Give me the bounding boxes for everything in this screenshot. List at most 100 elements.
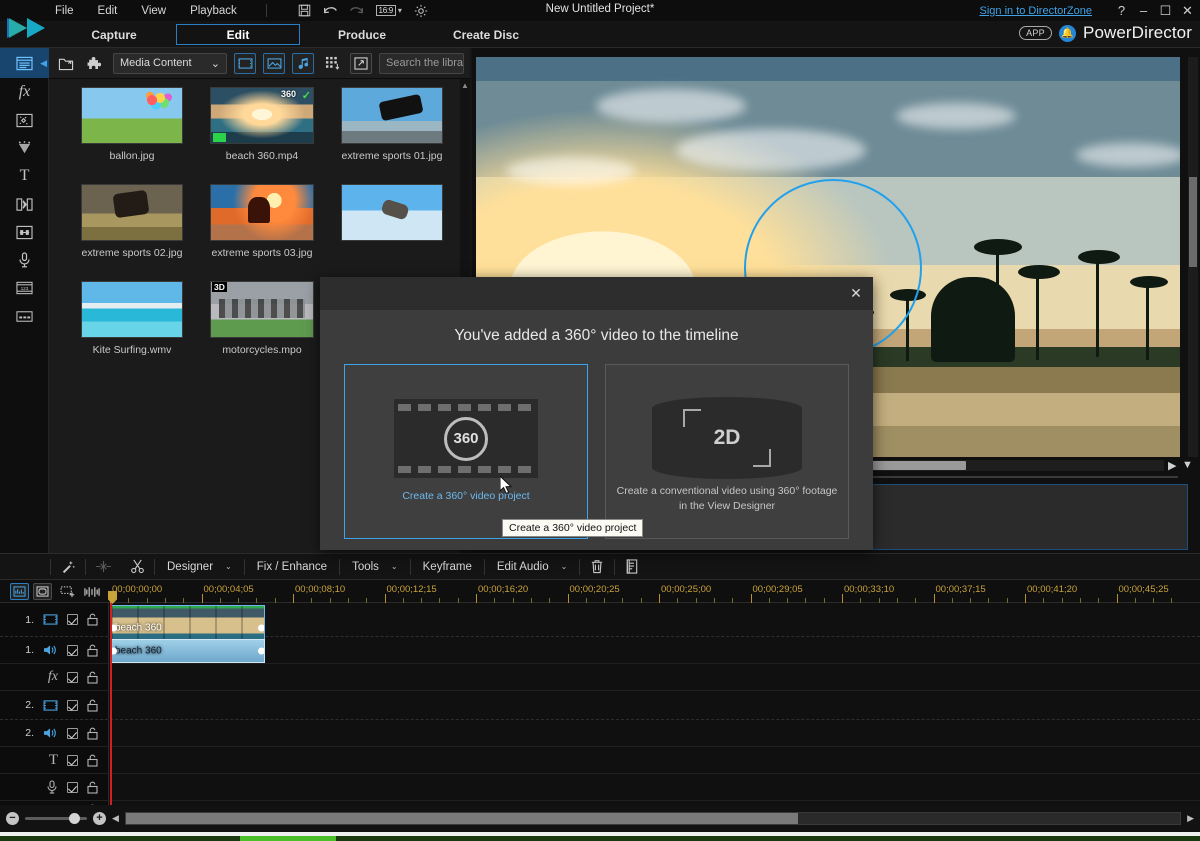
track-enable-checkbox[interactable] — [67, 754, 78, 766]
tab-create-disc[interactable]: Create Disc — [424, 24, 548, 45]
timeline-clip-audio[interactable]: beach 360 — [110, 639, 265, 663]
list-item[interactable]: ballon.jpg — [67, 87, 197, 162]
zoom-slider[interactable] — [25, 813, 87, 824]
track-enable-checkbox[interactable] — [67, 644, 78, 656]
track-content-audio-1[interactable]: beach 360 — [110, 637, 1182, 663]
list-item[interactable]: Kite Surfing.wmv — [67, 281, 197, 356]
trash-icon[interactable] — [580, 559, 614, 574]
zoom-slider-knob[interactable] — [69, 813, 80, 824]
scroll-right-button[interactable]: ▶ — [1187, 813, 1194, 824]
close-button[interactable]: ✕ — [1181, 4, 1194, 17]
split-clip-icon[interactable] — [86, 560, 120, 573]
designer-button[interactable]: Designer ⌄ — [155, 553, 244, 580]
timeline-ruler[interactable]: 00;00;00;00 00;00;04;05 00;00;08;10 00;00;1… — [110, 580, 1182, 603]
sidebar-item-chapter-room[interactable]: 123 — [0, 274, 49, 302]
preview-menu-button[interactable]: ▼ — [1182, 459, 1193, 471]
sidebar-item-media-room[interactable]: ◀ — [0, 48, 49, 78]
track-enable-checkbox[interactable] — [67, 614, 78, 625]
undo-icon[interactable] — [323, 3, 338, 18]
lock-icon[interactable] — [87, 613, 98, 626]
sidebar-item-effect-room[interactable]: fx — [0, 78, 49, 106]
preview-vertical-scrollbar[interactable] — [1188, 57, 1198, 457]
option-create-360-project[interactable]: 360 Create a 360° video project — [344, 364, 588, 539]
menu-playback[interactable]: Playback — [187, 3, 240, 19]
list-item[interactable]: 360 ✓ beach 360.mp4 — [197, 87, 327, 162]
lock-icon[interactable] — [87, 754, 98, 767]
sort-icon[interactable] — [321, 53, 343, 74]
filter-audio-icon[interactable] — [292, 52, 314, 74]
lock-icon[interactable] — [87, 699, 98, 712]
track-header-voice[interactable] — [0, 774, 109, 800]
fix-enhance-button[interactable]: Fix / Enhance — [245, 553, 339, 580]
plugins-icon[interactable] — [84, 53, 106, 74]
list-item[interactable]: extreme sports 03.jpg — [197, 184, 327, 259]
playhead[interactable] — [110, 603, 112, 805]
import-media-icon[interactable] — [55, 53, 77, 74]
add-track-icon[interactable] — [58, 583, 77, 600]
track-header-audio-1[interactable]: 1. — [0, 637, 109, 663]
notes-icon[interactable] — [615, 559, 649, 574]
scroll-up-icon[interactable]: ▲ — [461, 81, 469, 90]
list-item[interactable] — [327, 184, 457, 259]
track-content-video-1[interactable]: beach 360 — [110, 603, 1182, 651]
tab-produce[interactable]: Produce — [300, 24, 424, 45]
track-enable-checkbox[interactable] — [67, 671, 78, 683]
track-header-video-2[interactable]: 2. — [0, 691, 109, 719]
track-header-video-1[interactable]: 1. — [0, 603, 109, 636]
media-filter-select[interactable]: Media Content ⌄ — [113, 52, 227, 74]
save-icon[interactable] — [297, 3, 312, 18]
lock-icon[interactable] — [87, 727, 98, 740]
track-header-fx[interactable]: fx — [0, 664, 109, 690]
track-content-fx[interactable] — [110, 664, 1182, 690]
track-enable-checkbox[interactable] — [67, 699, 78, 711]
app-badge[interactable]: APP — [1019, 26, 1052, 40]
menu-view[interactable]: View — [138, 3, 169, 19]
sidebar-item-particle-room[interactable] — [0, 134, 49, 162]
expand-library-icon[interactable] — [350, 52, 372, 74]
track-enable-checkbox[interactable] — [67, 727, 78, 739]
option-create-2d-project[interactable]: 2D Create a conventional video using 360… — [605, 364, 849, 539]
edit-audio-button[interactable]: Edit Audio ⌄ — [485, 553, 580, 580]
notification-bell-icon[interactable]: 🔔 — [1059, 24, 1076, 42]
track-header-audio-2[interactable]: 2. — [0, 720, 109, 746]
preferences-gear-icon[interactable] — [414, 3, 429, 18]
track-content-title[interactable] — [110, 747, 1182, 773]
maximize-button[interactable]: ☐ — [1159, 4, 1172, 17]
sidebar-item-subtitle-room[interactable] — [0, 302, 49, 330]
track-header-title[interactable]: T — [0, 747, 109, 773]
list-item[interactable]: extreme sports 01.jpg — [327, 87, 457, 162]
sidebar-item-voice-over-room[interactable] — [0, 246, 49, 274]
magic-wand-icon[interactable] — [51, 559, 85, 574]
close-icon[interactable]: ✕ — [847, 284, 865, 302]
menu-edit[interactable]: Edit — [95, 3, 121, 19]
tab-capture[interactable]: Capture — [52, 24, 176, 45]
minimize-button[interactable]: – — [1137, 4, 1150, 17]
search-input[interactable]: Search the library — [379, 52, 464, 74]
track-content-voice[interactable] — [110, 774, 1182, 800]
zoom-out-button[interactable]: − — [6, 812, 19, 825]
aspect-ratio-button[interactable]: 16:9 ▾ — [375, 3, 403, 18]
sync-icon[interactable] — [82, 583, 101, 600]
sidebar-item-pip-objects-room[interactable] — [0, 106, 49, 134]
sidebar-item-transition-room[interactable] — [0, 190, 49, 218]
keyframe-button[interactable]: Keyframe — [411, 553, 484, 580]
sign-in-link[interactable]: Sign in to DirectorZone — [980, 5, 1093, 17]
list-item[interactable]: 3D motorcycles.mpo — [197, 281, 327, 356]
lock-icon[interactable] — [87, 644, 98, 657]
play-button[interactable]: ▶ — [1168, 459, 1176, 472]
timeline-horizontal-scrollbar[interactable] — [124, 812, 1182, 825]
scissors-icon[interactable] — [120, 559, 154, 574]
help-button[interactable]: ? — [1115, 4, 1128, 17]
tab-edit[interactable]: Edit — [176, 24, 300, 45]
redo-icon[interactable] — [349, 3, 364, 18]
track-content-audio-2[interactable] — [110, 720, 1182, 746]
filter-video-icon[interactable] — [234, 52, 256, 74]
zoom-in-button[interactable]: + — [93, 812, 106, 825]
list-item[interactable]: extreme sports 02.jpg — [67, 184, 197, 259]
track-content-video-2[interactable] — [110, 691, 1182, 719]
lock-icon[interactable] — [87, 781, 98, 794]
lock-icon[interactable] — [87, 671, 98, 684]
filter-image-icon[interactable] — [263, 52, 285, 74]
sidebar-item-audio-mixing-room[interactable] — [0, 218, 49, 246]
tools-button[interactable]: Tools ⌄ — [340, 553, 410, 580]
